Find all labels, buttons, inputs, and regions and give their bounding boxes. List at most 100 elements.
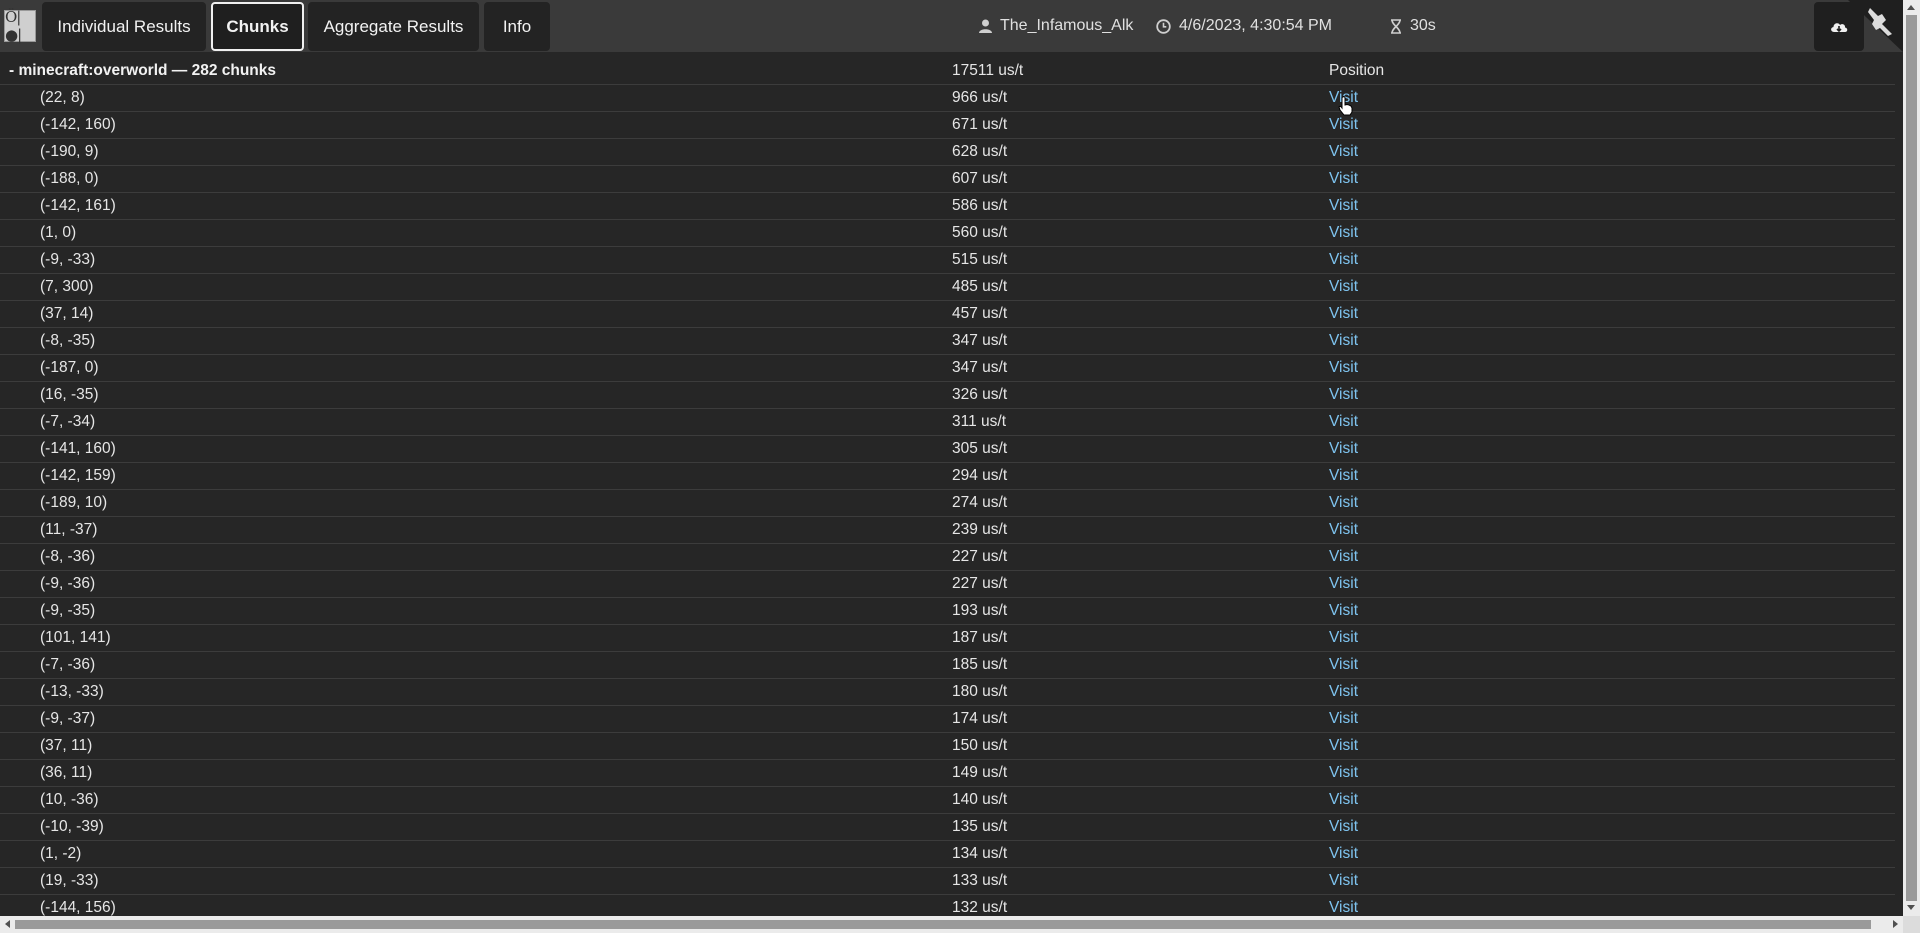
visit-link[interactable]: Visit (1329, 197, 1358, 215)
table-row: (1, 0) 560 us/t Visit (0, 220, 1895, 247)
visit-link[interactable]: Visit (1329, 386, 1358, 404)
chunk-coords: (7, 300) (40, 278, 94, 295)
visit-link[interactable]: Visit (1329, 845, 1358, 863)
table-row: (-142, 160) 671 us/t Visit (0, 112, 1895, 139)
visit-link[interactable]: Visit (1329, 602, 1358, 620)
tab-aggregate-results[interactable]: Aggregate Results (308, 2, 479, 51)
table-row: (-9, -33) 515 us/t Visit (0, 247, 1895, 274)
visit-link[interactable]: Visit (1329, 629, 1358, 647)
hourglass-icon (1391, 18, 1401, 34)
chunk-time: 326 us/t (952, 386, 1008, 403)
table-row: (-10, -39) 135 us/t Visit (0, 814, 1895, 841)
visit-link[interactable]: Visit (1329, 791, 1358, 809)
hand-cursor-icon (1338, 96, 1353, 116)
tab-info[interactable]: Info (484, 2, 550, 51)
group-label[interactable]: - minecraft:overworld — 282 chunks (9, 62, 276, 80)
chunk-coords: (37, 14) (40, 305, 94, 322)
chunk-coords: (-8, -36) (40, 548, 96, 565)
table-row: (10, -36) 140 us/t Visit (0, 787, 1895, 814)
table-row: (37, 11) 150 us/t Visit (0, 733, 1895, 760)
visit-link[interactable]: Visit (1329, 683, 1358, 701)
visit-link[interactable]: Visit (1329, 710, 1358, 728)
visit-link[interactable]: Visit (1329, 251, 1358, 269)
datetime-text: 4/6/2023, 4:30:54 PM (1179, 17, 1332, 34)
chunk-coords: (-189, 10) (40, 494, 108, 511)
visit-link[interactable]: Visit (1329, 413, 1358, 431)
chunk-coords: (-10, -39) (40, 818, 104, 835)
chunk-coords: (-142, 160) (40, 116, 116, 133)
chunk-time: 347 us/t (952, 332, 1008, 349)
visit-link[interactable]: Visit (1329, 521, 1358, 539)
chunk-time: 174 us/t (952, 710, 1008, 727)
scroll-up-icon[interactable] (1907, 5, 1915, 10)
table-row: (-7, -36) 185 us/t Visit (0, 652, 1895, 679)
group-header-row[interactable]: - minecraft:overworld — 282 chunks 17511… (0, 58, 1895, 85)
table-row: (37, 14) 457 us/t Visit (0, 301, 1895, 328)
vertical-scrollbar[interactable] (1903, 0, 1920, 916)
user-icon (979, 19, 992, 33)
visit-link[interactable]: Visit (1329, 116, 1358, 134)
visit-link[interactable]: Visit (1329, 818, 1358, 836)
visit-link[interactable]: Visit (1329, 143, 1358, 161)
clock-icon (1156, 18, 1171, 34)
datetime-info: 4/6/2023, 4:30:54 PM (1156, 0, 1332, 52)
chunk-time: 239 us/t (952, 521, 1008, 538)
chunk-coords: (-7, -36) (40, 656, 96, 673)
scrollbar-corner (1903, 916, 1920, 933)
visit-link[interactable]: Visit (1329, 548, 1358, 566)
chunk-time: 135 us/t (952, 818, 1008, 835)
chunk-coords: (-9, -35) (40, 602, 96, 619)
chunk-time: 628 us/t (952, 143, 1008, 160)
chunk-coords: (-13, -33) (40, 683, 104, 700)
visit-link[interactable]: Visit (1329, 872, 1358, 890)
tab-individual-results[interactable]: Individual Results (42, 2, 206, 51)
table-row: (36, 11) 149 us/t Visit (0, 760, 1895, 787)
visit-link[interactable]: Visit (1329, 359, 1358, 377)
visit-link[interactable]: Visit (1329, 764, 1358, 782)
github-corner-icon[interactable] (1848, 0, 1903, 52)
chunk-time: 586 us/t (952, 197, 1008, 214)
table-row: (-144, 156) 132 us/t Visit (0, 895, 1895, 916)
chunk-time: 347 us/t (952, 359, 1008, 376)
chunk-coords: (-142, 161) (40, 197, 116, 214)
chunk-time: 140 us/t (952, 791, 1008, 808)
scroll-left-icon[interactable] (5, 920, 10, 928)
vertical-scroll-thumb[interactable] (1906, 15, 1917, 901)
tab-chunks[interactable]: Chunks (211, 2, 304, 51)
table-row: (-142, 161) 586 us/t Visit (0, 193, 1895, 220)
chunk-coords: (22, 8) (40, 89, 85, 106)
table-row: (-8, -35) 347 us/t Visit (0, 328, 1895, 355)
chunk-time: 193 us/t (952, 602, 1008, 619)
visit-link[interactable]: Visit (1329, 278, 1358, 296)
chunk-coords: (-188, 0) (40, 170, 99, 187)
chunk-coords: (10, -36) (40, 791, 99, 808)
visit-link[interactable]: Visit (1329, 170, 1358, 188)
table-row: (-9, -36) 227 us/t Visit (0, 571, 1895, 598)
table-row: (-142, 159) 294 us/t Visit (0, 463, 1895, 490)
visit-link[interactable]: Visit (1329, 737, 1358, 755)
chunk-time: 274 us/t (952, 494, 1008, 511)
scroll-down-icon[interactable] (1907, 905, 1915, 910)
table-row: (1, -2) 134 us/t Visit (0, 841, 1895, 868)
visit-link[interactable]: Visit (1329, 440, 1358, 458)
visit-link[interactable]: Visit (1329, 494, 1358, 512)
visit-link[interactable]: Visit (1329, 656, 1358, 674)
chunk-coords: (-144, 156) (40, 899, 116, 916)
visit-link[interactable]: Visit (1329, 305, 1358, 323)
visit-link[interactable]: Visit (1329, 899, 1358, 916)
table-row: (19, -33) 133 us/t Visit (0, 868, 1895, 895)
chunk-time: 966 us/t (952, 89, 1008, 106)
chunk-time: 485 us/t (952, 278, 1008, 295)
horizontal-scrollbar[interactable] (0, 916, 1903, 933)
visit-link[interactable]: Visit (1329, 575, 1358, 593)
chunk-time: 607 us/t (952, 170, 1008, 187)
visit-link[interactable]: Visit (1329, 332, 1358, 350)
table-row: (-187, 0) 347 us/t Visit (0, 355, 1895, 382)
table-row: (22, 8) 966 us/t Visit (0, 85, 1895, 112)
chunk-time: 515 us/t (952, 251, 1008, 268)
scroll-right-icon[interactable] (1893, 920, 1898, 928)
visit-link[interactable]: Visit (1329, 224, 1358, 242)
chunk-time: 132 us/t (952, 899, 1008, 916)
horizontal-scroll-thumb[interactable] (15, 920, 1871, 929)
visit-link[interactable]: Visit (1329, 467, 1358, 485)
